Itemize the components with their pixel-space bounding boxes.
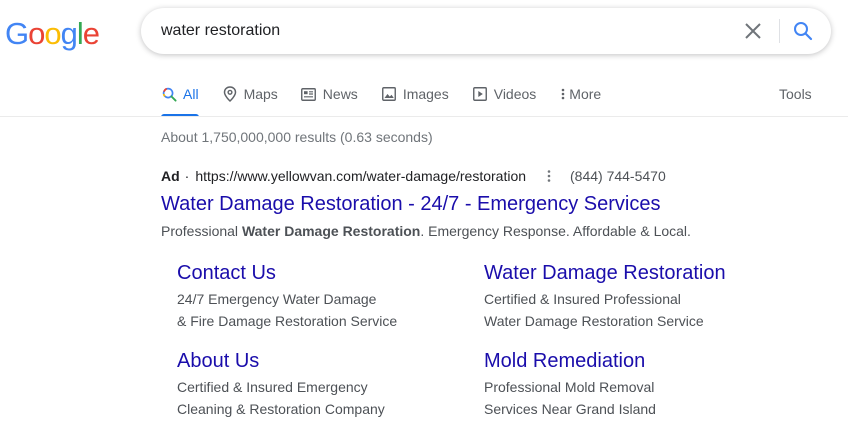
tab-maps[interactable]: Maps [222,82,278,106]
more-vert-icon [559,86,567,102]
logo-letter: o [28,16,45,51]
search-results-page: Google A [0,0,848,431]
search-box-divider [779,19,780,43]
search-input[interactable] [161,8,721,54]
ad-desc-suffix: . Emergency Response. Affordable & Local… [420,223,691,239]
sitelink-contact-us: Contact Us 24/7 Emergency Water Damage &… [177,260,477,332]
tab-news[interactable]: News [301,82,358,106]
tab-label: Maps [243,86,278,102]
sitelink-title[interactable]: Contact Us [177,260,477,286]
search-tabs: All Maps News Images Videos More [161,82,624,117]
ad-desc-bold: Water Damage Restoration [241,223,421,239]
sitelink-description: Services Near Grand Island [484,401,656,417]
news-icon [301,86,317,102]
sitelink-description: Water Damage Restoration Service [484,313,704,329]
tab-label: All [183,86,199,102]
search-button[interactable] [791,19,815,43]
sitelink-about-us: About Us Certified & Insured Emergency C… [177,348,477,420]
sitelink-water-damage-restoration: Water Damage Restoration Certified & Ins… [484,260,784,332]
ad-options-button[interactable] [543,167,555,185]
ad-phone-number[interactable]: (844) 744-5470 [570,167,666,185]
result-stats: About 1,750,000,000 results (0.63 second… [161,129,433,145]
tab-videos[interactable]: Videos [472,82,537,106]
ad-display-url[interactable]: https://www.yellowvan.com/water-damage/r… [195,167,526,185]
sitelink-title[interactable]: About Us [177,348,477,374]
tools-button[interactable]: Tools [779,82,812,106]
tab-images[interactable]: Images [381,82,449,106]
ad-description: Professional Water Damage Restoration. E… [161,222,691,240]
sitelink-title[interactable]: Water Damage Restoration [484,260,784,286]
sitelink-description: Cleaning & Restoration Company [177,401,385,417]
map-pin-icon [222,86,238,102]
sitelink-description: & Fire Damage Restoration Service [177,313,398,329]
tab-more[interactable]: More [559,82,601,106]
search-box [141,8,831,54]
ad-title-link[interactable]: Water Damage Restoration - 24/7 - Emerge… [161,191,660,217]
close-icon [745,23,761,39]
search-icon [794,22,813,41]
tab-label: Videos [493,86,537,102]
sitelink-title[interactable]: Mold Remediation [484,348,784,374]
logo-letter: e [82,16,100,51]
tab-all[interactable]: All [161,82,199,117]
video-icon [472,86,488,102]
ad-desc-prefix: Professional [161,223,242,239]
sitelink-description: Certified & Insured Emergency [177,379,368,395]
ad-label: Ad [161,168,180,184]
tabs-divider [0,116,848,117]
tab-label: News [322,86,358,102]
sitelink-description: Professional Mold Removal [484,379,655,395]
sitelink-description: 24/7 Emergency Water Damage [177,291,377,307]
ad-separator: · [184,168,190,184]
search-icon [161,86,177,102]
more-vert-icon [547,170,551,182]
sitelink-description: Certified & Insured Professional [484,291,681,307]
logo-letter: g [60,16,78,51]
image-icon [381,86,397,102]
ad-header: Ad · https://www.yellowvan.com/water-dam… [161,167,526,185]
google-logo[interactable]: Google [5,14,100,54]
sitelink-mold-remediation: Mold Remediation Professional Mold Remov… [484,348,784,420]
logo-letter: o [44,16,61,51]
tab-label: More [569,86,602,102]
logo-letter: G [5,16,29,51]
clear-search-button[interactable] [741,19,765,43]
tab-label: Images [402,86,449,102]
